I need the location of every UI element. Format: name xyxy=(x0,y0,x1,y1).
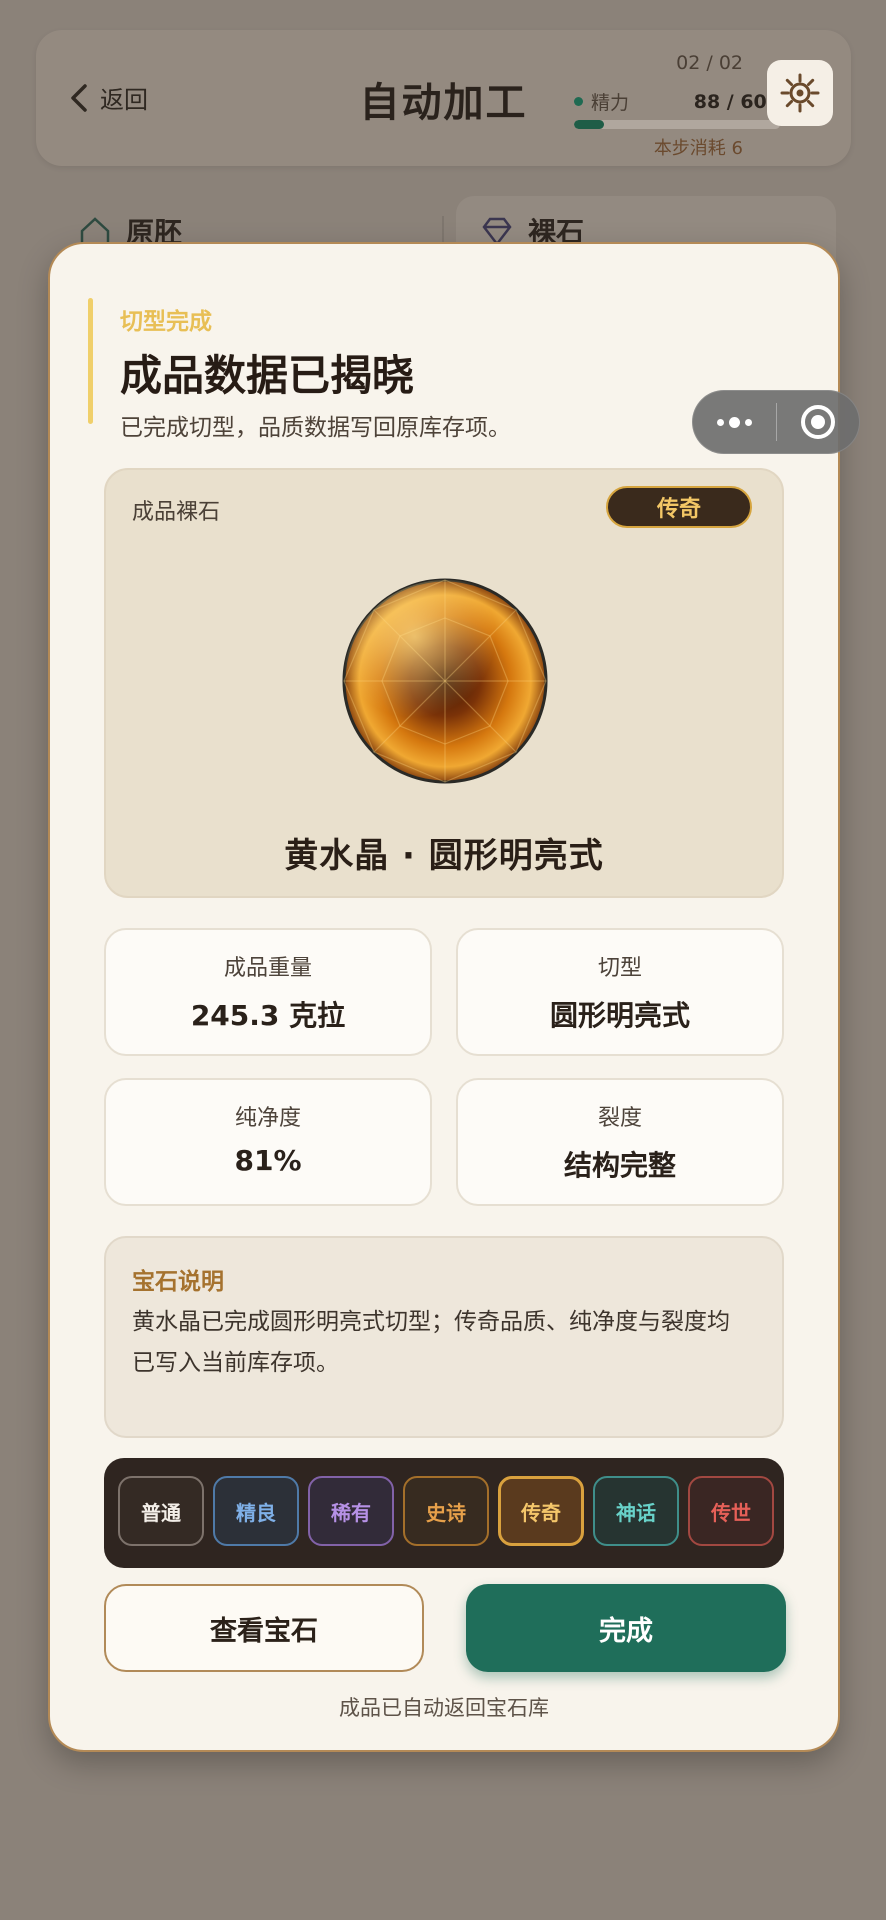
more-dot-icon xyxy=(729,416,740,428)
stat-label: 成品重量 xyxy=(223,956,312,981)
gem-name: 黄水晶 · 圆形明亮式 xyxy=(284,836,604,876)
rarity-badge: 传奇 xyxy=(606,486,752,528)
rarity-tier-strip: 普通 精良 稀有 史诗 传奇 神话 传世 xyxy=(104,1458,784,1568)
energy-dot-icon xyxy=(574,97,583,106)
tier-epic: 史诗 xyxy=(403,1476,489,1546)
description-title: 宝石说明 xyxy=(132,1269,224,1295)
gear-icon xyxy=(780,73,820,113)
modal-eyebrow: 切型完成 xyxy=(120,309,212,335)
settings-button[interactable] xyxy=(767,60,833,126)
gem-card: 成品裸石 传奇 黄水晶 · 圆形明亮式 xyxy=(104,468,784,898)
stat-value: 245.3 克拉 xyxy=(190,999,346,1032)
result-modal: 切型完成 成品数据已揭晓 已完成切型，品质数据写回原库存项。 成品裸石 传奇 黄… xyxy=(48,242,840,1752)
tier-legendary-selected: 传奇 xyxy=(498,1476,584,1546)
tier-common: 普通 xyxy=(118,1476,204,1546)
capsule-menu xyxy=(692,390,860,454)
energy-label: 精力 xyxy=(591,92,630,114)
stat-value: 结构完整 xyxy=(563,1149,676,1182)
modal-title: 成品数据已揭晓 xyxy=(120,351,415,400)
stat-fracture: 裂度 结构完整 xyxy=(456,1078,784,1206)
gem-image xyxy=(342,578,548,784)
more-button[interactable] xyxy=(693,391,776,453)
more-dot-icon xyxy=(745,418,752,426)
tier-heirloom: 传世 xyxy=(688,1476,774,1546)
tier-rare: 稀有 xyxy=(308,1476,394,1546)
close-miniprogram-button[interactable] xyxy=(777,391,859,453)
stat-label: 纯净度 xyxy=(234,1106,301,1131)
step-counter: 02 / 02 xyxy=(676,52,743,74)
description-text: 黄水晶已完成圆形明亮式切型；传奇品质、纯净度与裂度均已写入当前库存项。 xyxy=(132,1309,730,1376)
view-gem-button[interactable]: 查看宝石 xyxy=(104,1584,424,1672)
modal-subtitle: 已完成切型，品质数据写回原库存项。 xyxy=(120,415,511,441)
footer-note: 成品已自动返回宝石库 xyxy=(339,1696,549,1720)
stat-weight: 成品重量 245.3 克拉 xyxy=(104,928,432,1056)
gem-card-label: 成品裸石 xyxy=(132,500,221,525)
done-button[interactable]: 完成 xyxy=(466,1584,786,1672)
stat-clarity: 纯净度 81% xyxy=(104,1078,432,1206)
stat-value: 81% xyxy=(234,1144,302,1177)
energy-progress-bar xyxy=(574,120,780,129)
energy-row: 精力 88 / 600 xyxy=(574,88,780,115)
more-dot-icon xyxy=(717,418,724,426)
target-circle-icon xyxy=(800,405,835,439)
stat-label: 裂度 xyxy=(597,1106,642,1131)
top-bar: 返回 自动加工 02 / 02 精力 88 / 600 本步消耗 6 xyxy=(36,30,851,166)
tier-mythic: 神话 xyxy=(593,1476,679,1546)
stat-label: 切型 xyxy=(597,956,642,981)
header-accent-bar xyxy=(88,298,93,424)
tier-fine: 精良 xyxy=(213,1476,299,1546)
step-cost: 本步消耗 6 xyxy=(653,138,743,159)
gem-description-card: 宝石说明 黄水晶已完成圆形明亮式切型；传奇品质、纯净度与裂度均已写入当前库存项。 xyxy=(104,1236,784,1438)
stat-value: 圆形明亮式 xyxy=(549,999,690,1032)
energy-progress-fill xyxy=(574,120,605,129)
stat-cut: 切型 圆形明亮式 xyxy=(456,928,784,1056)
